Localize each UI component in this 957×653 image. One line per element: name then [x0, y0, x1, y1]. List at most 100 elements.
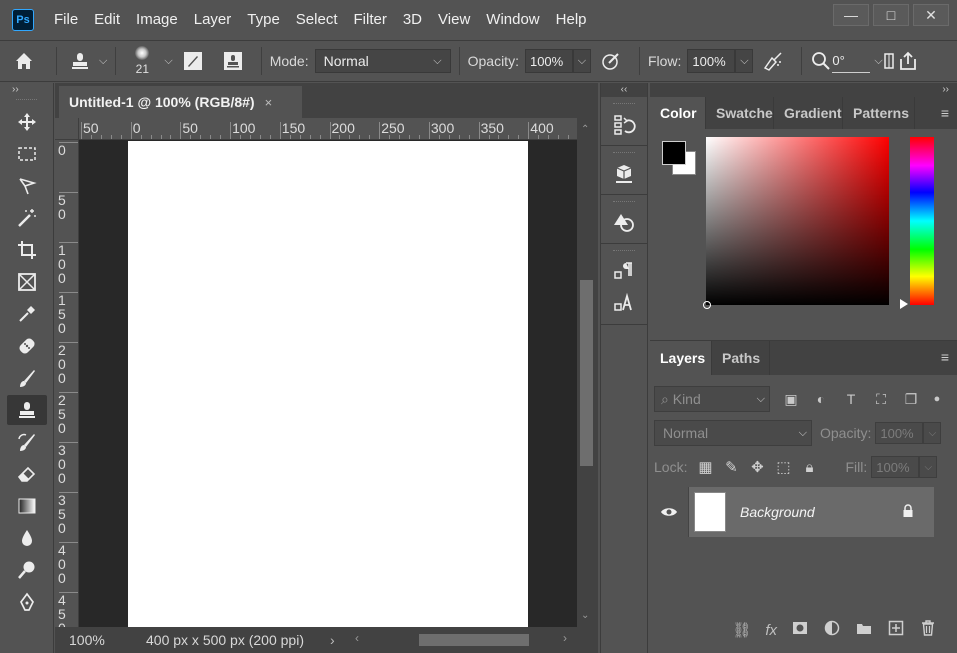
dodge-tool-icon[interactable] — [7, 555, 47, 585]
horizontal-scrollbar[interactable]: ‹ › — [355, 631, 567, 647]
angle-input[interactable]: 0° — [832, 49, 871, 73]
pasteboard[interactable] — [80, 140, 577, 627]
menu-view[interactable]: View — [430, 0, 478, 40]
tab-color[interactable]: Color — [650, 97, 706, 129]
opacity-input[interactable]: 100% — [524, 49, 573, 73]
flow-dropdown-chevron-icon[interactable]: ⌵ — [735, 49, 754, 73]
panel-grip[interactable] — [613, 103, 635, 107]
filter-smart-object-icon[interactable]: ❐ — [902, 391, 920, 408]
magic-wand-tool-icon[interactable] — [7, 203, 47, 233]
layer-lock-icon[interactable] — [902, 503, 914, 521]
crop-tool-icon[interactable] — [7, 235, 47, 265]
panel-grip[interactable] — [613, 250, 635, 254]
lock-position-icon[interactable]: ✥ — [749, 458, 765, 476]
brush-preset-picker[interactable]: 21 — [124, 46, 160, 76]
vertical-ruler[interactable]: 0 50 100 150 200 250 300 350 400 450 — [55, 140, 79, 627]
fill-input[interactable]: 100% — [871, 456, 920, 478]
vertical-scrollbar[interactable]: ⌃ ⌄ — [577, 118, 598, 627]
panels-expand-button[interactable]: ›› — [650, 83, 957, 97]
adjustment-layer-icon[interactable] — [823, 619, 841, 641]
close-tab-icon[interactable]: × — [265, 95, 273, 110]
minimize-button[interactable]: — — [833, 4, 869, 26]
3d-panel-icon[interactable] — [601, 158, 647, 190]
add-mask-icon[interactable] — [791, 619, 809, 641]
tab-gradients[interactable]: Gradients — [774, 97, 843, 129]
symmetry-icon[interactable] — [883, 52, 895, 70]
foreground-color-swatch[interactable] — [662, 141, 686, 165]
horizontal-scroll-thumb[interactable] — [419, 634, 529, 646]
menu-window[interactable]: Window — [478, 0, 547, 40]
scroll-right-icon[interactable]: › — [563, 631, 567, 645]
panel-grip[interactable] — [613, 201, 635, 205]
menu-edit[interactable]: Edit — [86, 0, 128, 40]
tab-swatches[interactable]: Swatches — [706, 97, 774, 129]
ruler-origin[interactable] — [55, 118, 79, 140]
fill-chevron-icon[interactable]: ⌵ — [919, 456, 938, 478]
horizontal-ruler[interactable]: 50 0 50 100 150 200 250 300 350 400 — [79, 118, 577, 140]
visibility-eye-icon[interactable] — [650, 506, 688, 518]
new-group-icon[interactable] — [855, 619, 873, 641]
menu-filter[interactable]: Filter — [346, 0, 395, 40]
mode-select[interactable]: Normal ⌵ — [314, 49, 451, 73]
lock-artboard-icon[interactable]: ⬚ — [775, 458, 791, 476]
tools-collapse-button[interactable]: ›› — [0, 83, 53, 97]
dock-collapse-button[interactable]: ‹‹ — [601, 83, 647, 97]
share-icon[interactable] — [895, 50, 921, 72]
clone-source-icon[interactable] — [213, 50, 253, 72]
lasso-tool-icon[interactable] — [7, 171, 47, 201]
brush-tool-icon[interactable] — [7, 363, 47, 393]
vertical-scroll-thumb[interactable] — [580, 280, 593, 466]
layer-opacity-chevron-icon[interactable]: ⌵ — [923, 422, 942, 444]
marquee-tool-icon[interactable] — [7, 139, 47, 169]
restore-button[interactable]: □ — [873, 4, 909, 26]
gradient-tool-icon[interactable] — [7, 491, 47, 521]
menu-layer[interactable]: Layer — [186, 0, 240, 40]
delete-layer-icon[interactable] — [919, 619, 937, 641]
scroll-down-icon[interactable]: ⌄ — [581, 610, 589, 621]
eyedropper-tool-icon[interactable] — [7, 299, 47, 329]
character-panel-icon[interactable] — [601, 288, 647, 320]
clone-stamp-tool-icon[interactable] — [7, 395, 47, 425]
opacity-dropdown-chevron-icon[interactable]: ⌵ — [572, 49, 591, 73]
preset-dropdown-chevron-icon[interactable]: ⌵ — [99, 55, 107, 68]
move-tool-icon[interactable] — [7, 107, 47, 137]
healing-brush-tool-icon[interactable] — [7, 331, 47, 361]
panel-menu-icon[interactable]: ≡ — [941, 105, 949, 121]
document-tab[interactable]: Untitled-1 @ 100% (RGB/8#) × — [59, 86, 302, 118]
tab-patterns[interactable]: Patterns — [843, 97, 915, 129]
filter-type-icon[interactable]: T — [842, 391, 860, 407]
panel-grip[interactable] — [16, 99, 37, 105]
filter-pixel-icon[interactable]: ▣ — [782, 391, 800, 408]
lock-image-pixels-icon[interactable]: ✎ — [723, 458, 739, 476]
menu-select[interactable]: Select — [288, 0, 346, 40]
document-canvas[interactable] — [128, 141, 528, 627]
link-layers-icon[interactable]: ⛓ — [732, 621, 751, 639]
new-layer-icon[interactable] — [887, 619, 905, 641]
menu-help[interactable]: Help — [548, 0, 595, 40]
filter-shape-icon[interactable]: ⛶ — [872, 391, 890, 408]
document-info-arrow-icon[interactable]: › — [330, 632, 335, 648]
filter-adjustment-icon[interactable]: ◐ — [812, 391, 830, 407]
flow-input[interactable]: 100% — [687, 49, 736, 73]
hue-slider-handle[interactable] — [900, 299, 908, 309]
layer-name[interactable]: Background — [740, 504, 902, 520]
pen-tool-icon[interactable] — [7, 587, 47, 617]
blur-tool-icon[interactable] — [7, 523, 47, 553]
paragraph-panel-icon[interactable] — [601, 256, 647, 288]
layer-opacity-input[interactable]: 100% — [875, 422, 924, 444]
filter-kind-select[interactable]: ⌕ Kind ⌵ — [654, 386, 770, 412]
tab-layers[interactable]: Layers — [650, 341, 712, 375]
color-saturation-field[interactable] — [706, 137, 889, 305]
shapes-panel-icon[interactable] — [601, 207, 647, 239]
history-brush-tool-icon[interactable] — [7, 427, 47, 457]
menu-3d[interactable]: 3D — [395, 0, 430, 40]
eraser-tool-icon[interactable] — [7, 459, 47, 489]
clone-stamp-preset-icon[interactable] — [65, 50, 95, 72]
scroll-up-icon[interactable]: ⌃ — [581, 124, 589, 135]
zoom-level[interactable]: 100% — [55, 632, 110, 648]
color-picker-marker[interactable] — [703, 301, 711, 309]
history-panel-icon[interactable] — [601, 109, 647, 141]
close-button[interactable]: ✕ — [913, 4, 949, 26]
pressure-opacity-icon[interactable] — [591, 50, 631, 72]
panel-menu-icon[interactable]: ≡ — [941, 349, 949, 365]
